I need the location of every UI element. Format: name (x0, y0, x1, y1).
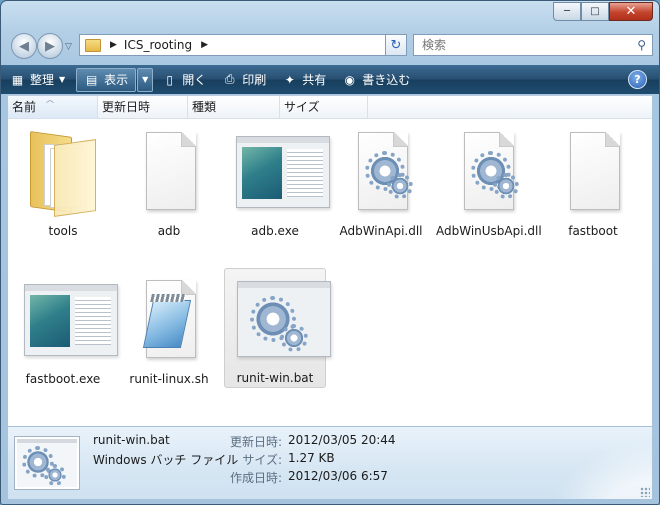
document-icon: ▯ (166, 72, 173, 87)
forward-button[interactable]: ▶ (37, 33, 63, 59)
file-item-adbwinapi-dll[interactable]: AdbWinApi.dll (330, 122, 432, 242)
file-name: AdbWinUsbApi.dll (436, 224, 542, 238)
blank-file-icon (134, 130, 204, 210)
column-header-label: 更新日時 (102, 100, 151, 114)
column-headers: ︿ 名前 更新日時 種類 サイズ (8, 95, 652, 119)
organize-icon: ▦ (11, 72, 24, 87)
breadcrumb-arrow-icon[interactable]: ▶ (110, 40, 117, 50)
view-button[interactable]: ▤ 表示 (76, 67, 137, 92)
print-label: 印刷 (242, 73, 267, 87)
application-icon (24, 278, 118, 358)
column-header-type[interactable]: 種類 (188, 96, 280, 118)
chevron-down-icon: ▼ (59, 75, 66, 84)
print-button[interactable]: ⎙ 印刷 (215, 69, 273, 91)
printer-icon: ⎙ (224, 72, 235, 86)
size-label: サイズ: (242, 453, 282, 467)
blank-file-icon (558, 130, 628, 210)
column-header-size[interactable]: サイズ (280, 96, 368, 118)
breadcrumb-current-folder[interactable]: ICS_rooting (124, 38, 192, 52)
share-label: 共有 (302, 73, 327, 87)
view-icon: ▤ (86, 72, 98, 87)
gear-file-icon (452, 130, 522, 210)
details-background-decoration (532, 427, 652, 499)
column-header-label: 種類 (192, 100, 217, 114)
resize-grip[interactable] (640, 487, 650, 497)
file-item-adb-exe[interactable]: adb.exe (224, 122, 330, 242)
selected-file-name: runit-win.bat (93, 433, 170, 447)
sort-ascending-icon: ︿ (46, 95, 54, 104)
share-button[interactable]: ✦ 共有 (275, 69, 333, 91)
modified-label: 更新日時: (229, 435, 282, 449)
file-name: fastboot.exe (25, 372, 101, 386)
caption-buttons: ─ □ ✕ (553, 2, 653, 21)
file-name: adb (157, 224, 181, 238)
refresh-icon: ↻ (390, 37, 402, 53)
size-value: 1.27 KB (288, 451, 335, 465)
search-box[interactable]: ⚲ (413, 34, 653, 56)
file-grid: tools adb adb.exe AdbWinApi.dll AdbWinUs… (8, 120, 652, 424)
application-icon (236, 130, 330, 210)
file-item-fastboot[interactable]: fastboot (542, 122, 644, 242)
disc-icon: ◉ (344, 72, 355, 87)
file-list-pane: ︿ 名前 更新日時 種類 サイズ tools adb adb.exe AdbWi… (8, 95, 652, 426)
file-name: AdbWinApi.dll (339, 224, 423, 238)
folder-icon (28, 130, 98, 217)
address-bar[interactable]: ▶ ICS_rooting ▶ ▼ (79, 34, 405, 56)
column-header-label: 名前 (12, 100, 37, 114)
file-name: tools (48, 224, 78, 238)
search-icon[interactable]: ⚲ (637, 38, 646, 52)
minimize-button[interactable]: ─ (553, 2, 581, 21)
refresh-button[interactable]: ↻ (385, 34, 407, 56)
notepad-file-icon (134, 278, 204, 358)
back-button[interactable]: ◀ (11, 33, 37, 59)
recent-pages-dropdown[interactable]: ▽ (65, 42, 72, 52)
navigation-bar: ◀ ▶ ▽ ▶ ICS_rooting ▶ ▼ ↻ ⚲ (1, 29, 659, 63)
maximize-button[interactable]: □ (581, 2, 609, 21)
file-item-tools[interactable]: tools (12, 122, 114, 242)
open-button[interactable]: ▯ 開く (155, 69, 213, 91)
file-name: adb.exe (251, 224, 299, 238)
created-value: 2012/03/06 6:57 (288, 469, 388, 483)
close-button[interactable]: ✕ (609, 2, 653, 21)
batch-file-icon (14, 436, 80, 490)
help-icon[interactable]: ? (628, 70, 647, 89)
details-pane: runit-win.bat Windows バッチ ファイル 更新日時: 201… (8, 426, 652, 499)
breadcrumb-arrow-icon[interactable]: ▶ (201, 40, 208, 50)
burn-label: 書き込む (362, 73, 411, 87)
explorer-window: ─ □ ✕ ◀ ▶ ▽ ▶ ICS_rooting ▶ ▼ ↻ ⚲ ▦ 整理 ▼… (0, 0, 660, 505)
file-name: runit-win.bat (236, 371, 314, 385)
command-bar: ▦ 整理 ▼ ▤ 表示 ▼ ▯ 開く ⎙ 印刷 ✦ 共有 ◉ 書き込む ? (1, 65, 659, 94)
created-label: 作成日時: (229, 471, 282, 485)
column-header-name[interactable]: ︿ 名前 (8, 95, 98, 118)
batch-file-icon (237, 277, 331, 357)
column-header-label: サイズ (284, 100, 320, 114)
gear-file-icon (346, 130, 416, 210)
view-dropdown-button[interactable]: ▼ (137, 67, 154, 92)
file-item-fastboot-exe[interactable]: fastboot.exe (12, 270, 118, 390)
file-name: runit-linux.sh (129, 372, 209, 386)
file-item-adb[interactable]: adb (118, 122, 220, 242)
share-icon: ✦ (284, 72, 295, 87)
organize-button[interactable]: ▦ 整理 ▼ (3, 69, 72, 91)
file-item-runit-linux-sh[interactable]: runit-linux.sh (118, 270, 220, 390)
open-label: 開く (182, 73, 207, 87)
file-item-runit-win-bat[interactable]: runit-win.bat (224, 268, 331, 388)
folder-icon (85, 38, 101, 52)
view-label: 表示 (104, 73, 129, 87)
organize-label: 整理 (30, 73, 55, 87)
column-header-modified[interactable]: 更新日時 (98, 96, 188, 118)
burn-button[interactable]: ◉ 書き込む (335, 69, 417, 91)
file-name: fastboot (568, 224, 618, 238)
modified-value: 2012/03/05 20:44 (288, 433, 396, 447)
file-item-adbwinusbapi-dll[interactable]: AdbWinUsbApi.dll (436, 122, 542, 242)
search-input[interactable] (420, 37, 624, 53)
